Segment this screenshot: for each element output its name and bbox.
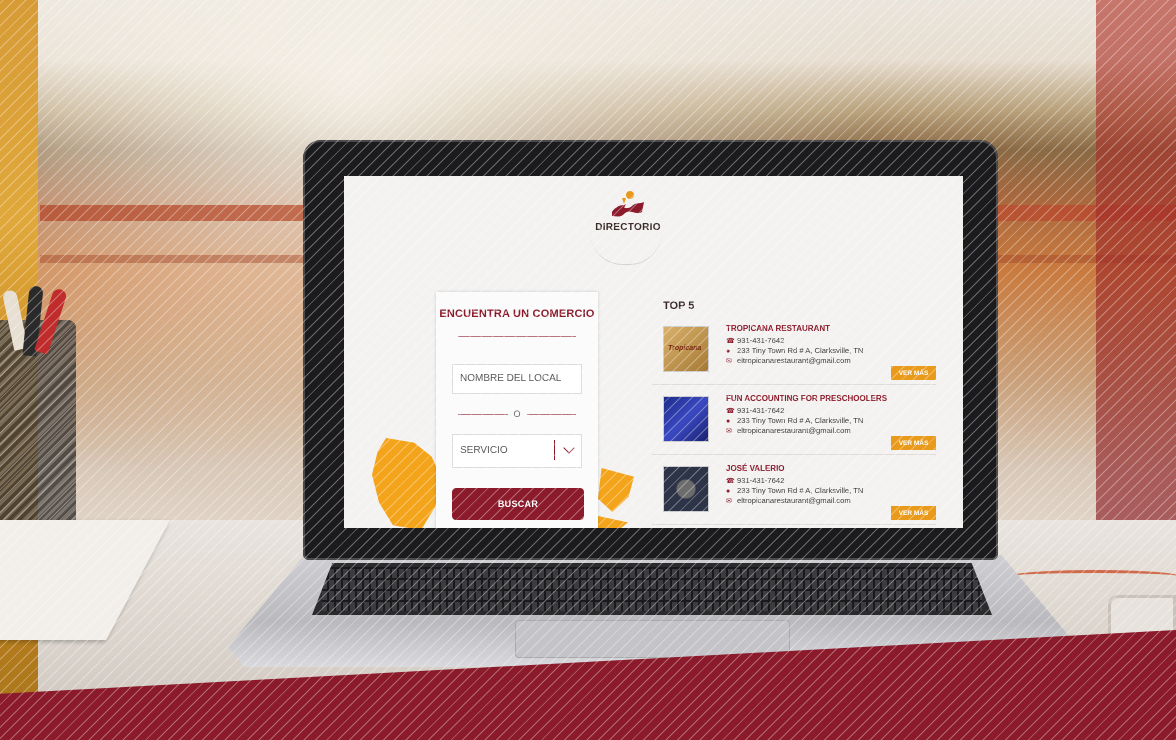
map-shape: [598, 468, 634, 512]
phone-text: 931-431-7642: [737, 336, 785, 345]
business-email: ✉ eltropicanarestaurant@gmail.com: [726, 356, 851, 365]
see-more-button[interactable]: VER MÁS: [891, 436, 936, 450]
or-separator: O: [458, 408, 577, 420]
logo[interactable]: DIRECTORIO: [588, 190, 668, 266]
business-email: ✉ eltropicanarestaurant@gmail.com: [726, 426, 851, 435]
business-name-input[interactable]: NOMBRE DEL LOCAL: [452, 364, 582, 394]
business-name[interactable]: JOSÉ VALERIO: [726, 464, 785, 473]
business-email: ✉ eltropicanarestaurant@gmail.com: [726, 496, 851, 505]
see-more-button[interactable]: VER MÁS: [891, 506, 936, 520]
chevron-down-icon: [563, 442, 575, 454]
service-select[interactable]: SERVICIO: [452, 434, 582, 468]
business-address: ● 233 Tiny Town Rd # A, Clarksville, TN: [726, 486, 863, 495]
divider: [458, 413, 508, 415]
email-icon: ✉: [726, 428, 732, 435]
location-pin-icon: ●: [726, 418, 731, 425]
phone-icon: ☎: [726, 478, 735, 485]
address-text: 233 Tiny Town Rd # A, Clarksville, TN: [737, 416, 864, 425]
search-title: ENCUENTRA UN COMERCIO: [439, 308, 595, 320]
location-pin-icon: ●: [726, 488, 731, 495]
divider: [526, 413, 577, 415]
list-item: FUN ACCOUNTING FOR PRESCHOOLERS ☎ 931-431…: [652, 388, 936, 455]
logo-mark-icon: [612, 191, 644, 217]
map-shape: [598, 516, 628, 528]
or-label: O: [513, 409, 521, 419]
phone-icon: ☎: [726, 338, 735, 345]
cable: [1010, 570, 1176, 583]
laptop-keyboard: [312, 563, 992, 615]
email-icon: ✉: [726, 498, 732, 505]
email-text: eltropicanarestaurant@gmail.com: [737, 496, 851, 505]
business-thumbnail: [663, 466, 709, 512]
business-phone: ☎ 931-431-7642: [726, 406, 784, 415]
email-icon: ✉: [726, 358, 732, 365]
select-divider: [554, 440, 555, 460]
top5-title: TOP 5: [663, 300, 695, 312]
business-name[interactable]: TROPICANA RESTAURANT: [726, 324, 830, 333]
phone-icon: ☎: [726, 408, 735, 415]
business-address: ● 233 Tiny Town Rd # A, Clarksville, TN: [726, 416, 863, 425]
divider: [458, 336, 576, 337]
business-thumbnail: Tropicana: [663, 326, 709, 372]
see-more-button[interactable]: VER MÁS: [891, 366, 936, 380]
right-decor-strip: [1096, 0, 1176, 520]
thumbnail-text: Tropicana: [668, 345, 702, 352]
email-text: eltropicanarestaurant@gmail.com: [737, 426, 851, 435]
map-shape: [372, 438, 442, 528]
business-address: ● 233 Tiny Town Rd # A, Clarksville, TN: [726, 346, 863, 355]
email-text: eltropicanarestaurant@gmail.com: [737, 356, 851, 365]
business-name[interactable]: FUN ACCOUNTING FOR PRESCHOOLERS: [726, 394, 887, 403]
business-thumbnail: [663, 396, 709, 442]
business-phone: ☎ 931-431-7642: [726, 476, 784, 485]
list-item: Tropicana TROPICANA RESTAURANT ☎ 931-431-…: [652, 318, 936, 385]
search-button[interactable]: BUSCAR: [452, 488, 584, 520]
phone-text: 931-431-7642: [737, 476, 785, 485]
laptop-trackpad: [515, 620, 790, 658]
address-text: 233 Tiny Town Rd # A, Clarksville, TN: [737, 486, 864, 495]
logo-text: DIRECTORIO: [595, 222, 661, 233]
search-panel: ENCUENTRA UN COMERCIO NOMBRE DEL LOCAL O…: [436, 292, 598, 528]
location-pin-icon: ●: [726, 348, 731, 355]
service-select-label: SERVICIO: [460, 445, 508, 456]
business-phone: ☎ 931-431-7642: [726, 336, 784, 345]
pencil-cup: [0, 320, 76, 550]
laptop-screen: DIRECTORIO ENCUENTRA UN COMERCIO NOMBRE …: [344, 176, 963, 528]
phone-text: 931-431-7642: [737, 406, 785, 415]
address-text: 233 Tiny Town Rd # A, Clarksville, TN: [737, 346, 864, 355]
list-item: JOSÉ VALERIO ☎ 931-431-7642 ● 233 Tiny Tow…: [652, 458, 936, 525]
